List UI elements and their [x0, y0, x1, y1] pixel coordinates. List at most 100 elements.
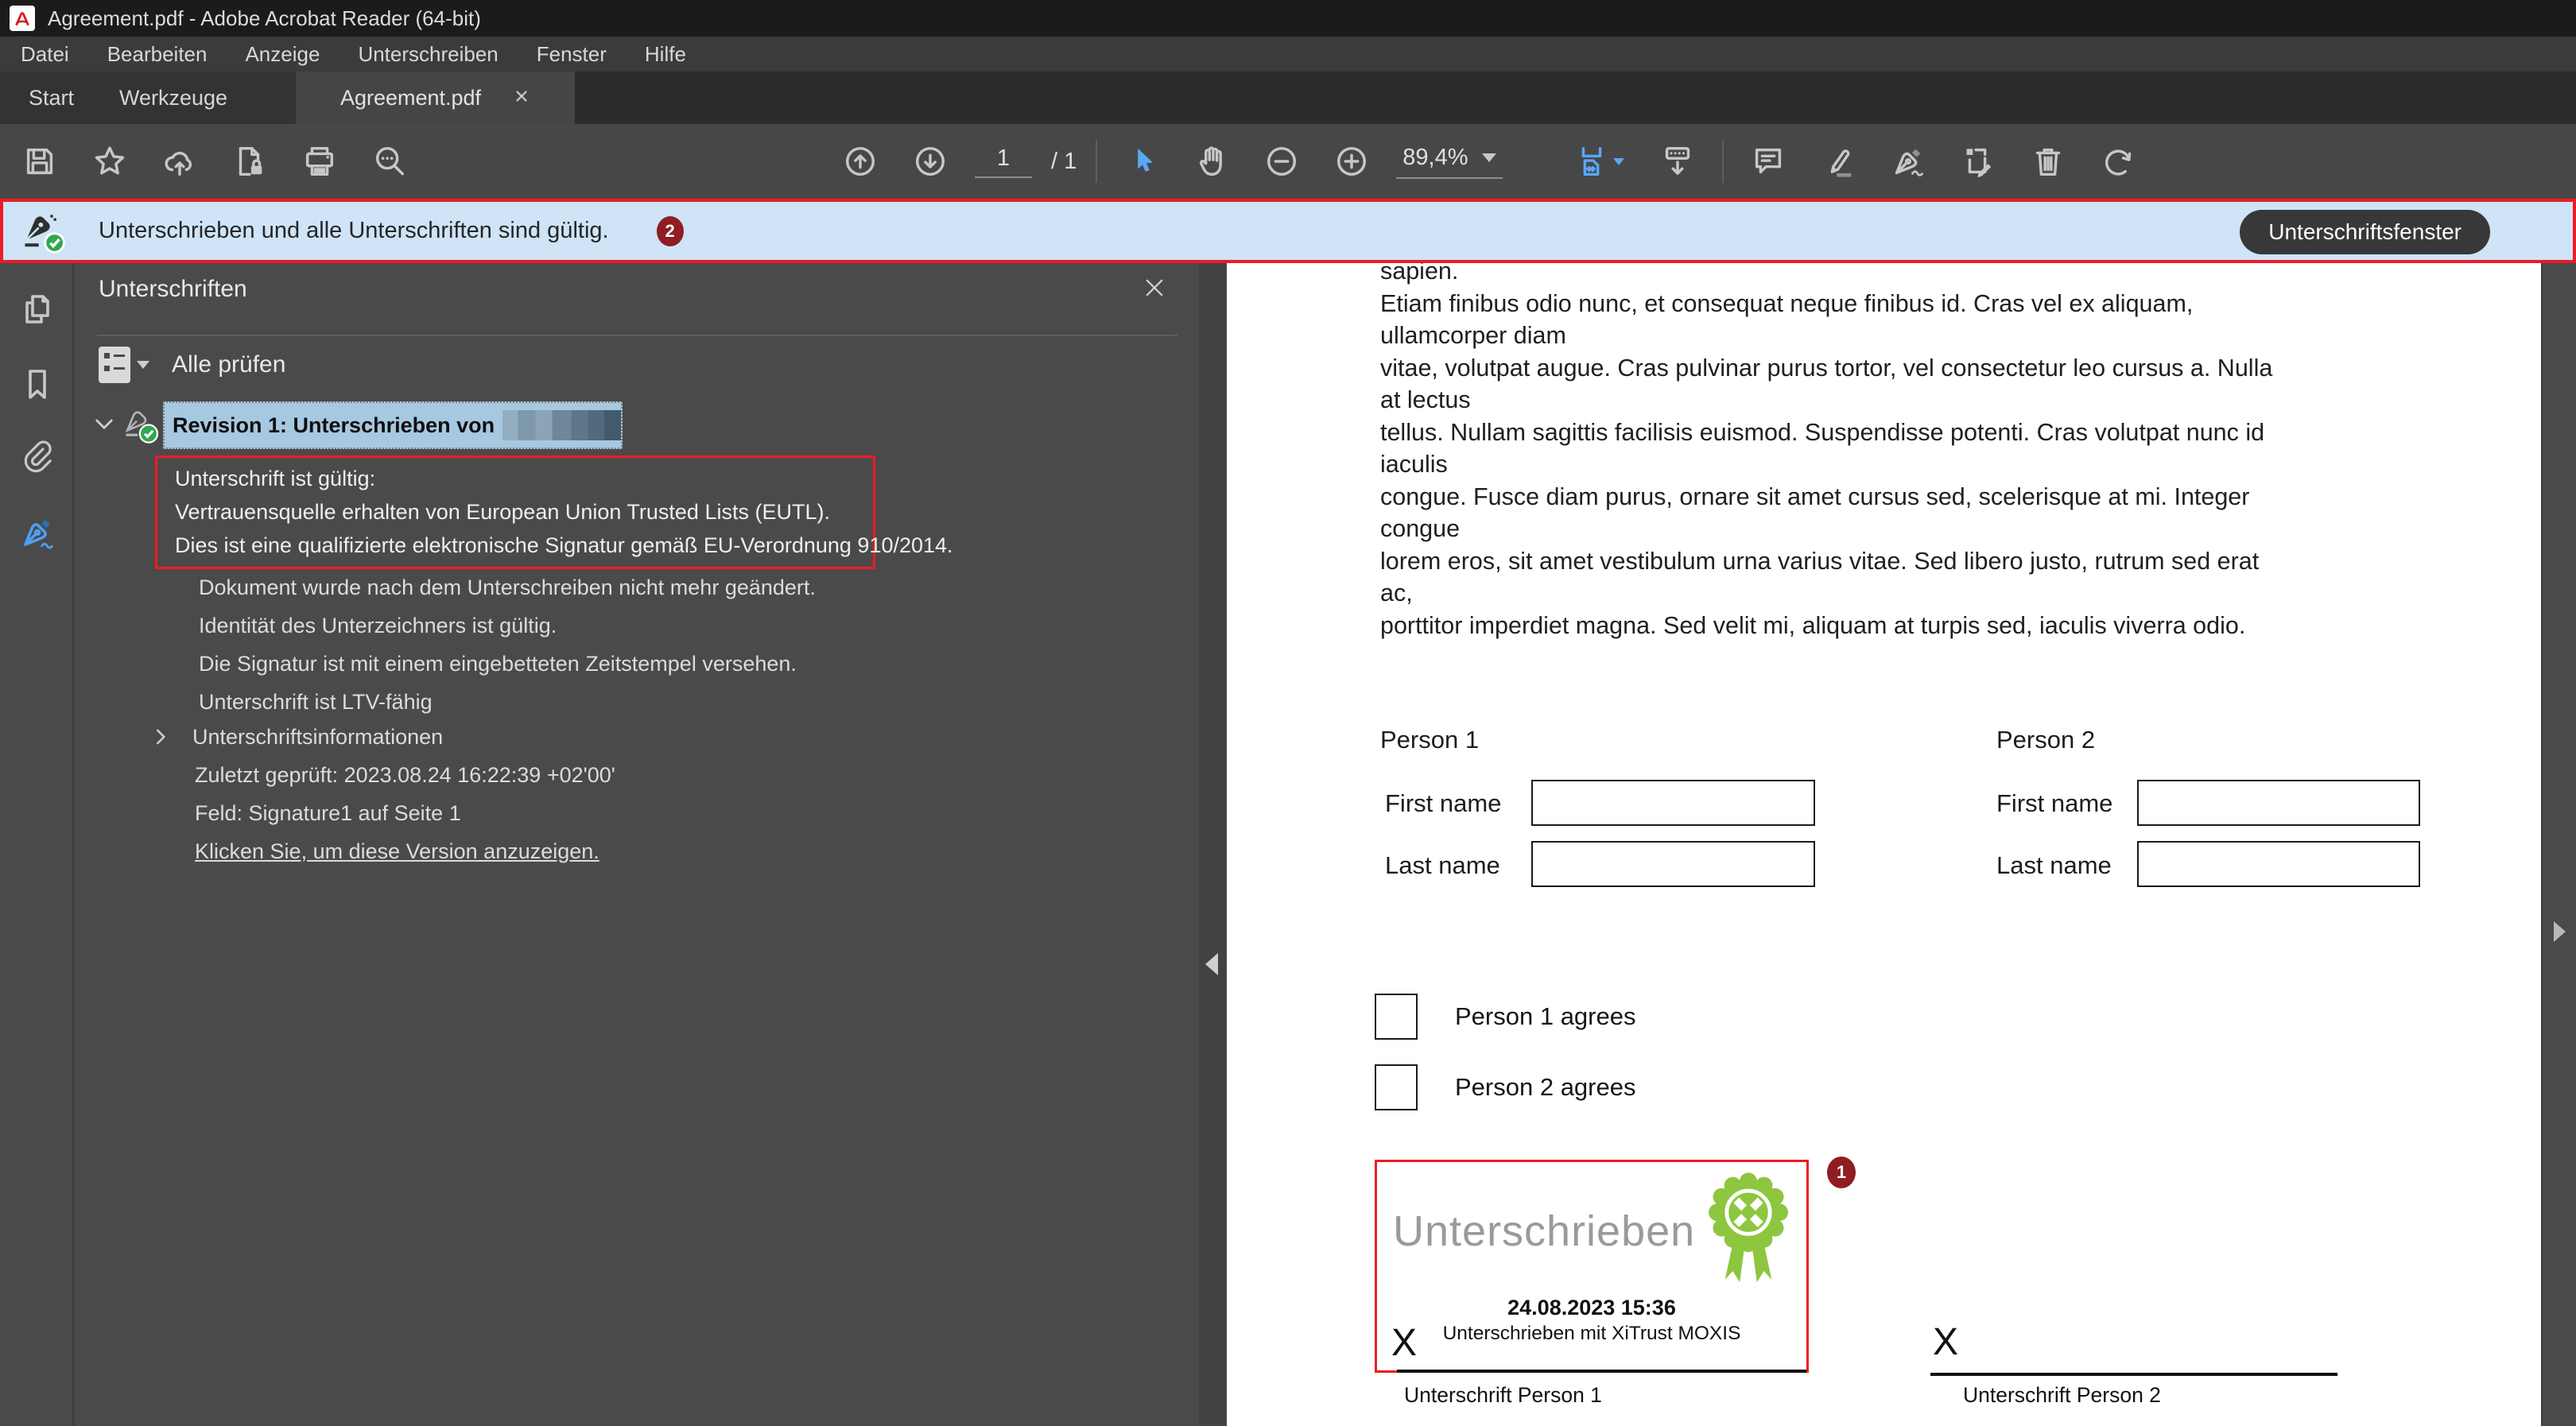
zoom-out-icon[interactable]: [1256, 128, 1307, 195]
tab-document-label: Agreement.pdf: [340, 86, 481, 110]
signature-panel-button[interactable]: Unterschriftsfenster: [2240, 210, 2490, 254]
menu-item[interactable]: Fenster: [518, 37, 626, 72]
person1-agrees-checkbox[interactable]: [1375, 994, 1418, 1040]
person1-last-name-label: Last name: [1385, 851, 1500, 880]
zoom-level-value: 89,4%: [1402, 145, 1468, 171]
field-info-text: Feld: Signature1 auf Seite 1: [195, 797, 461, 829]
text-line: congue: [1380, 513, 2272, 545]
person2-first-name-input[interactable]: [2137, 780, 2420, 826]
panel-collapse-strip[interactable]: [1199, 263, 1227, 1426]
chevron-down-icon: [137, 361, 149, 369]
signature2-x-mark: X: [1933, 1320, 1958, 1364]
menu-item[interactable]: Unterschreiben: [339, 37, 517, 72]
close-icon[interactable]: [1141, 274, 1168, 301]
chevron-down-icon: [1482, 153, 1496, 162]
title-bar: Agreement.pdf - Adobe Acrobat Reader (64…: [0, 0, 2576, 37]
attachments-icon[interactable]: [18, 437, 56, 475]
tab-document[interactable]: Agreement.pdf: [296, 72, 575, 124]
person2-agrees-checkbox[interactable]: [1375, 1064, 1418, 1110]
status-line: Identität des Unterzeichners ist gültig.: [199, 606, 816, 645]
person2-last-name-label: Last name: [1996, 851, 2112, 880]
person1-first-name-input[interactable]: [1531, 780, 1815, 826]
menu-item[interactable]: Datei: [2, 37, 88, 72]
person1-first-name-label: First name: [1385, 789, 1501, 818]
panel-title: Unterschriften: [99, 276, 247, 303]
save-icon[interactable]: [14, 128, 65, 195]
signatures-icon[interactable]: [18, 513, 56, 552]
toolbar: 1 / 1 89,4%: [0, 124, 2576, 199]
signature-revision-row[interactable]: Revision 1: Unterschrieben von: [76, 398, 1199, 452]
bookmarks-icon[interactable]: [18, 365, 56, 403]
signature-count-badge: 2: [657, 216, 684, 246]
menu-item[interactable]: Bearbeiten: [88, 37, 227, 72]
pen-check-icon: [21, 208, 67, 254]
presentation-toolbar-icon[interactable]: [1652, 128, 1703, 195]
search-icon[interactable]: [364, 128, 415, 195]
text-line: lorem eros, sit amet vestibulum urna var…: [1380, 545, 2272, 578]
rosette-seal-icon: [1705, 1170, 1792, 1291]
fit-width-icon[interactable]: [1565, 128, 1633, 195]
signature2-label: Unterschrift Person 2: [1963, 1383, 2161, 1408]
page-number-input[interactable]: 1: [975, 145, 1032, 178]
text-line: tellus. Nullam sagittis facilisis euismo…: [1380, 417, 2272, 449]
sign-pen-icon[interactable]: [1883, 128, 1934, 195]
tab-close-icon[interactable]: [513, 86, 530, 110]
star-icon[interactable]: [84, 128, 135, 195]
menu-item[interactable]: Anzeige: [226, 37, 339, 72]
highlight-icon[interactable]: [1813, 128, 1864, 195]
zoom-in-icon[interactable]: [1326, 128, 1377, 195]
page-down-icon[interactable]: [905, 128, 956, 195]
content-area: Unterschriften Alle prüfen Revision 1: [0, 263, 2576, 1426]
collapse-left-icon[interactable]: [1205, 953, 1218, 975]
text-line: ac,: [1380, 577, 2272, 610]
print-icon[interactable]: [294, 128, 345, 195]
person2-agrees-label: Person 2 agrees: [1455, 1064, 1635, 1110]
tab-tools[interactable]: Werkzeuge: [119, 72, 227, 124]
toolbar-separator: [1096, 140, 1097, 183]
verify-all-button[interactable]: Alle prüfen: [99, 344, 285, 386]
page-thumbnails-icon[interactable]: [18, 290, 56, 328]
divider: [97, 335, 1177, 336]
menu-item[interactable]: Hilfe: [626, 37, 705, 72]
chevron-down-icon[interactable]: [91, 411, 118, 442]
expand-right-icon[interactable]: [2554, 921, 2566, 942]
view-version-link[interactable]: Klicken Sie, um diese Version anzuzeigen…: [195, 835, 599, 867]
fill-sign-icon[interactable]: [1953, 128, 2004, 195]
adobe-reader-icon: [10, 6, 35, 31]
signature-stamp[interactable]: Unterschrieben 24.08.2023 15:36 Untersch…: [1375, 1160, 1809, 1373]
text-line: porttitor imperdiet magna. Sed velit mi,…: [1380, 610, 2272, 642]
person2-last-name-input[interactable]: [2137, 841, 2420, 887]
signature1-line[interactable]: [1397, 1370, 1806, 1373]
page-up-icon[interactable]: [835, 128, 886, 195]
validity-line: Dies ist eine qualifizierte elektronisch…: [175, 533, 873, 558]
toolbar-separator: [1722, 140, 1724, 183]
trash-icon[interactable]: [2023, 128, 2074, 195]
right-pane-strip[interactable]: [2541, 263, 2576, 1426]
stamp-word: Unterschrieben: [1393, 1207, 1695, 1256]
person2-title: Person 2: [1996, 726, 2095, 754]
hand-tool-icon[interactable]: [1186, 128, 1237, 195]
redo-icon[interactable]: [2093, 128, 2143, 195]
signature2-line[interactable]: [1930, 1373, 2337, 1376]
signatures-panel: Unterschriften Alle prüfen Revision 1: [76, 263, 1199, 1426]
verify-all-label: Alle prüfen: [172, 351, 285, 378]
text-line: iaculis: [1380, 448, 2272, 481]
comment-icon[interactable]: [1743, 128, 1794, 195]
window-title: Agreement.pdf - Adobe Acrobat Reader (64…: [48, 6, 481, 31]
validity-line: Unterschrift ist gültig:: [175, 467, 873, 491]
revision-selection[interactable]: Revision 1: Unterschrieben von: [163, 401, 623, 449]
last-checked-text: Zuletzt geprüft: 2023.08.24 16:22:39 +02…: [195, 759, 615, 791]
zoom-level-control[interactable]: 89,4%: [1396, 145, 1503, 179]
left-rail: [0, 263, 74, 1426]
stamp-date: 24.08.2023 15:36: [1377, 1296, 1806, 1320]
text-line: congue. Fusce diam purus, ornare sit ame…: [1380, 481, 2272, 513]
signature1-label: Unterschrift Person 1: [1404, 1383, 1602, 1408]
person1-last-name-input[interactable]: [1531, 841, 1815, 887]
tab-start[interactable]: Start: [29, 72, 74, 124]
document-lock-icon[interactable]: [224, 128, 275, 195]
cloud-upload-icon[interactable]: [154, 128, 205, 195]
signature-status-list: Dokument wurde nach dem Unterschreiben n…: [199, 568, 816, 721]
status-line: Dokument wurde nach dem Unterschreiben n…: [199, 568, 816, 606]
select-cursor-icon[interactable]: [1116, 128, 1167, 195]
person1-agrees-label: Person 1 agrees: [1455, 994, 1635, 1040]
